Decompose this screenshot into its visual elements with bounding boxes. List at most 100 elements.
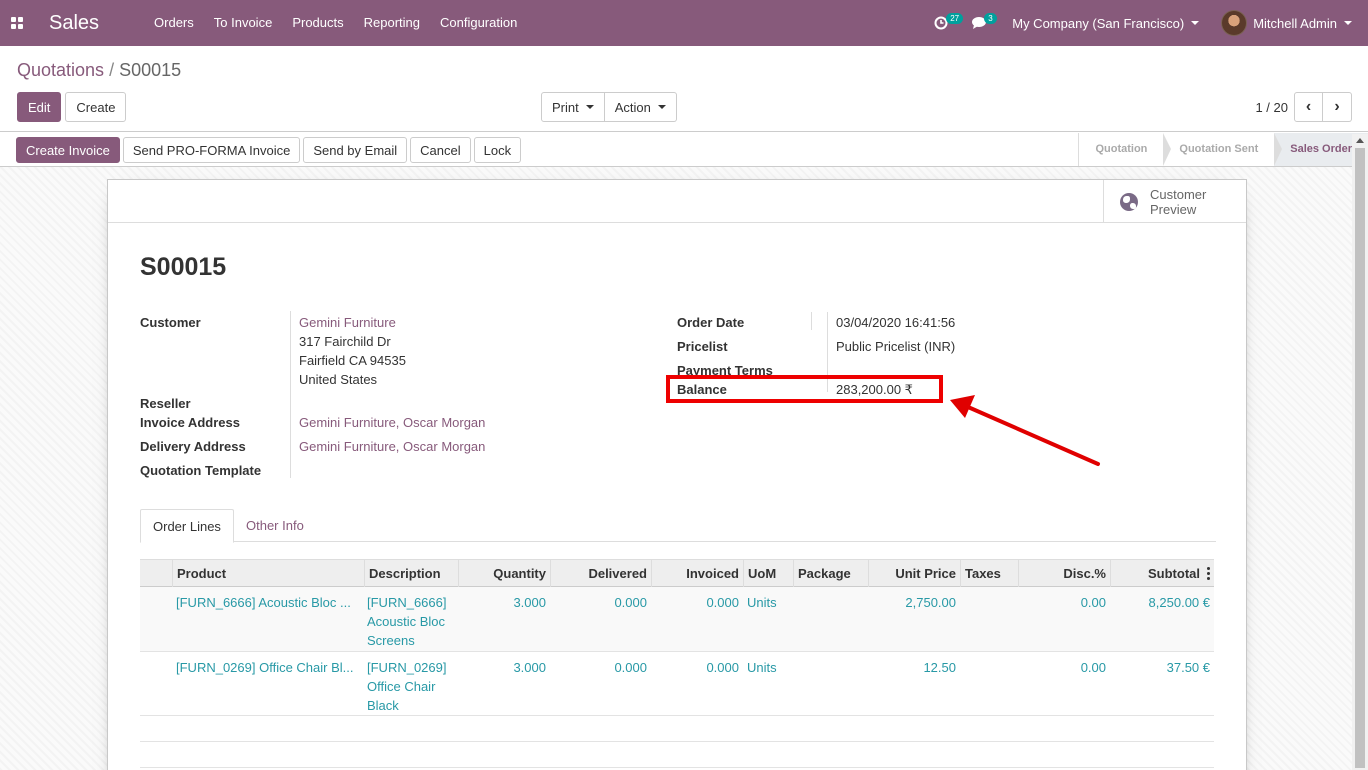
- cell-product: [FURN_0269] Office Chair Bl...: [176, 660, 354, 675]
- page-title: S00015: [140, 253, 227, 281]
- cell-quantity: 3.000: [513, 660, 546, 675]
- cell-unit-price: 2,750.00: [905, 595, 956, 610]
- send-by-email-button[interactable]: Send by Email: [303, 137, 408, 163]
- cell-description-line1: [FURN_0269]: [367, 660, 447, 675]
- create-button[interactable]: Create: [65, 92, 127, 122]
- quotation-template-label: Quotation Template: [140, 463, 262, 478]
- main-menu: Orders To Invoice Products Reporting Con…: [144, 0, 527, 46]
- app-name[interactable]: Sales: [49, 12, 99, 35]
- stage-pipeline: Quotation Quotation Sent Sales Order: [1078, 133, 1368, 166]
- company-switcher[interactable]: My Company (San Francisco): [1000, 0, 1211, 46]
- reseller-label: Reseller: [140, 396, 191, 411]
- form-background: Customer Preview S00015 Customer Gemini F…: [0, 167, 1352, 770]
- field-divider: [811, 312, 812, 330]
- order-date-value: 03/04/2020 16:41:56: [836, 315, 956, 330]
- pricelist-value: Public Pricelist (INR): [836, 339, 956, 354]
- menu-item-products[interactable]: Products: [282, 0, 353, 46]
- customer-label: Customer: [140, 315, 201, 330]
- customer-preview-label: Customer Preview: [1150, 187, 1206, 217]
- control-panel: Quotations / S00015 Edit Create Print Acti…: [0, 46, 1368, 132]
- cell-description-line2: Acoustic Bloc: [367, 614, 446, 629]
- company-name: My Company (San Francisco): [1012, 15, 1185, 31]
- cell-description-line3: Black: [367, 698, 399, 713]
- globe-icon: [1120, 192, 1138, 211]
- column-header-package[interactable]: Package: [793, 560, 868, 587]
- message-count-badge: 3: [984, 13, 997, 24]
- order-date-label: Order Date: [677, 315, 745, 330]
- column-header-unit-price[interactable]: Unit Price: [868, 560, 960, 587]
- pager-next-button[interactable]: ›: [1323, 92, 1352, 122]
- customer-preview-line2: Preview: [1150, 201, 1197, 217]
- menu-item-to-invoice[interactable]: To Invoice: [204, 0, 283, 46]
- column-header-taxes[interactable]: Taxes: [960, 560, 1018, 587]
- column-header-discount[interactable]: Disc.%: [1018, 560, 1110, 587]
- table-row[interactable]: [FURN_6666] Acoustic Bloc ... [FURN_6666…: [140, 587, 1214, 652]
- action-dropdown-button[interactable]: Action: [604, 92, 677, 122]
- cell-uom: Units: [747, 660, 777, 675]
- cell-discount: 0.00: [1080, 660, 1106, 675]
- cell-subtotal: 8,250.00 €: [1148, 595, 1210, 610]
- pricelist-label: Pricelist: [677, 339, 728, 354]
- tab-other-info[interactable]: Other Info: [234, 509, 316, 543]
- delivery-address-link[interactable]: Gemini Furniture, Oscar Morgan: [299, 439, 485, 454]
- form-statusbar: Create Invoice Send PRO-FORMA Invoice Se…: [0, 133, 1368, 167]
- cell-description: [FURN_6666] Acoustic Bloc Screens: [363, 593, 457, 650]
- stage-quotation-sent[interactable]: Quotation Sent: [1163, 133, 1283, 166]
- edit-button[interactable]: Edit: [17, 92, 62, 122]
- menu-item-reporting[interactable]: Reporting: [354, 0, 430, 46]
- pager-previous-button[interactable]: ‹: [1294, 92, 1323, 122]
- field-divider: [290, 311, 291, 478]
- chevron-down-icon: [585, 105, 594, 109]
- scrollbar-thumb[interactable]: [1355, 148, 1365, 768]
- pager-value[interactable]: 1 / 20: [1255, 100, 1288, 115]
- customer-address-line2: Fairfield CA 94535: [299, 353, 406, 368]
- table-row[interactable]: [FURN_0269] Office Chair Bl... [FURN_026…: [140, 652, 1214, 716]
- invoice-address-link[interactable]: Gemini Furniture, Oscar Morgan: [299, 415, 485, 430]
- customer-link[interactable]: Gemini Furniture: [299, 315, 396, 330]
- cell-description-line2: Office Chair: [367, 679, 436, 694]
- cell-invoiced: 0.000: [706, 595, 739, 610]
- notebook-tabs: Order Lines Other Info: [140, 509, 1216, 543]
- tab-order-lines[interactable]: Order Lines: [140, 509, 234, 543]
- column-header-invoiced[interactable]: Invoiced: [651, 560, 743, 587]
- messages-button[interactable]: 3: [960, 0, 1000, 46]
- column-header-uom[interactable]: UoM: [743, 560, 793, 587]
- cell-description: [FURN_0269] Office Chair Black: [363, 658, 457, 715]
- lock-button[interactable]: Lock: [473, 137, 522, 163]
- delivery-address-label: Delivery Address: [140, 439, 246, 454]
- apps-menu-icon[interactable]: [0, 0, 34, 46]
- send-proforma-invoice-button[interactable]: Send PRO-FORMA Invoice: [122, 137, 301, 163]
- column-header-subtotal[interactable]: Subtotal: [1110, 560, 1204, 587]
- cell-quantity: 3.000: [513, 595, 546, 610]
- create-invoice-button[interactable]: Create Invoice: [16, 137, 120, 163]
- breadcrumb-quotations-link[interactable]: Quotations: [17, 60, 104, 80]
- customer-address-line1: 317 Fairchild Dr: [299, 334, 391, 349]
- menu-item-configuration[interactable]: Configuration: [430, 0, 527, 46]
- pager: 1 / 20 ‹ ›: [1255, 92, 1352, 122]
- cell-invoiced: 0.000: [706, 660, 739, 675]
- cell-delivered: 0.000: [614, 660, 647, 675]
- top-navbar: Sales Orders To Invoice Products Reporti…: [0, 0, 1368, 46]
- menu-item-orders[interactable]: Orders: [144, 0, 204, 46]
- stage-quotation[interactable]: Quotation: [1079, 133, 1172, 166]
- cell-unit-price: 12.50: [923, 660, 956, 675]
- column-header-product[interactable]: Product: [172, 560, 364, 587]
- chevron-down-icon: [1344, 21, 1352, 25]
- user-menu[interactable]: Mitchell Admin: [1211, 0, 1368, 46]
- customer-preview-line1: Customer: [1150, 186, 1207, 202]
- customer-preview-button[interactable]: Customer Preview: [1103, 180, 1246, 223]
- activity-button[interactable]: 27: [922, 0, 964, 46]
- column-header-description[interactable]: Description: [364, 560, 458, 587]
- breadcrumb: Quotations / S00015: [17, 60, 181, 81]
- optional-columns-kebab-icon[interactable]: [1207, 567, 1210, 580]
- chevron-right-icon: ›: [1334, 98, 1340, 115]
- column-header-quantity[interactable]: Quantity: [458, 560, 550, 587]
- cell-delivered: 0.000: [614, 595, 647, 610]
- breadcrumb-separator: /: [109, 60, 115, 80]
- invoice-address-label: Invoice Address: [140, 415, 240, 430]
- scroll-up-arrow-icon[interactable]: [1356, 138, 1364, 143]
- print-dropdown-button[interactable]: Print: [541, 92, 605, 122]
- customer-address-line3: United States: [299, 372, 378, 387]
- cancel-button[interactable]: Cancel: [410, 137, 471, 163]
- column-header-delivered[interactable]: Delivered: [550, 560, 651, 587]
